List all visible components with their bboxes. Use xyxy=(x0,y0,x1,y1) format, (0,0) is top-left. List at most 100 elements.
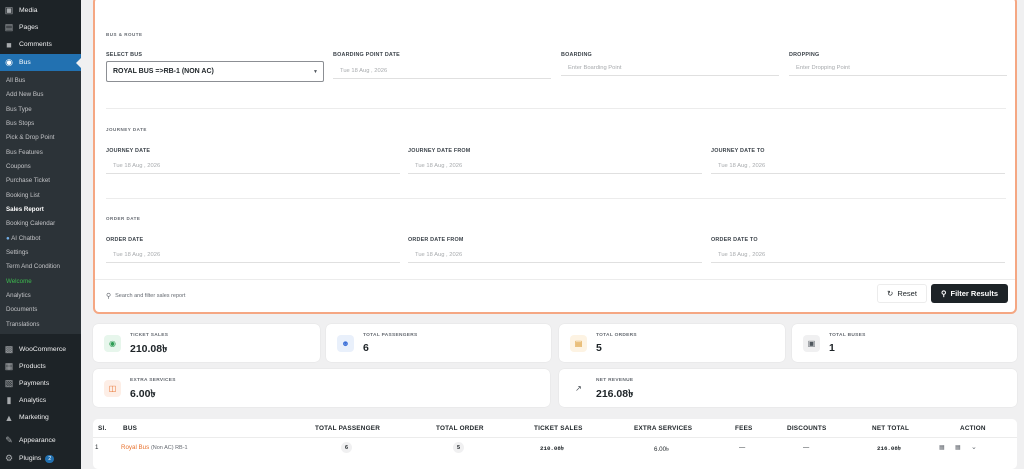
submenu-bus-stops[interactable]: Bus Stops xyxy=(6,120,34,127)
cell-fees: — xyxy=(739,444,746,451)
menu-label: Comments xyxy=(19,41,52,48)
menu-label: Bus xyxy=(19,59,31,66)
menu-item-comments[interactable]: ■ Comments xyxy=(0,36,81,53)
order-date-field[interactable]: Tue 18 Aug , 2026 xyxy=(106,248,400,263)
submenu-analytics[interactable]: Analytics xyxy=(6,292,31,299)
menu-label: Marketing xyxy=(19,414,49,421)
dropping-label: DROPPING xyxy=(789,52,820,58)
stat-value: 5 xyxy=(596,342,602,354)
header-action: ACTION xyxy=(960,425,986,432)
boarding-input[interactable]: Enter Boarding Point xyxy=(561,61,779,76)
menu-item-marketing[interactable]: ▲ Marketing xyxy=(0,409,81,426)
stat-title: TOTAL PASSENGERS xyxy=(363,333,418,338)
divider xyxy=(106,108,1006,109)
payments-icon: ▧ xyxy=(4,378,14,388)
section-title-journey: JOURNEY DATE xyxy=(106,127,147,132)
stat-value: 1 xyxy=(829,342,835,354)
menu-label: Payments xyxy=(19,380,50,387)
order-count-pill: 5 xyxy=(453,442,464,453)
bus-link[interactable]: Royal Bus xyxy=(121,444,149,451)
boarding-date-label: BOARDING POINT DATE xyxy=(333,52,400,58)
header-net-total: NET TOTAL xyxy=(872,425,910,432)
plugins-icon: ⚙ xyxy=(4,453,14,463)
menu-item-appearance[interactable]: ✎ Appearance xyxy=(0,432,81,449)
search-icon: ⚲ xyxy=(106,293,112,300)
filter-results-button[interactable]: ⚲ Filter Results xyxy=(931,284,1008,303)
stat-value: 6 xyxy=(363,342,369,354)
cell-net-total: 216.08৳ xyxy=(877,445,901,452)
journey-to-field[interactable]: Tue 18 Aug , 2026 xyxy=(711,159,1005,174)
marketing-icon: ▲ xyxy=(4,412,14,423)
submenu-coupons[interactable]: Coupons xyxy=(6,163,31,170)
submenu-bus-type[interactable]: Bus Type xyxy=(6,106,32,113)
submenu-booking-list[interactable]: Booking List xyxy=(6,192,40,199)
order-from-field[interactable]: Tue 18 Aug , 2026 xyxy=(408,248,702,263)
submenu-booking-calendar[interactable]: Booking Calendar xyxy=(6,220,55,227)
cell-ticket-sales: 210.08৳ xyxy=(540,445,564,452)
header-fees: FEES xyxy=(735,425,753,432)
submenu-welcome[interactable]: Welcome xyxy=(6,278,32,285)
menu-item-bus[interactable]: ◉ Bus xyxy=(0,54,81,71)
menu-label: Products xyxy=(19,363,46,370)
submenu-all-bus[interactable]: All Bus xyxy=(6,77,25,84)
submenu-purchase-ticket[interactable]: Purchase Ticket xyxy=(6,177,50,184)
journey-date-field[interactable]: Tue 18 Aug , 2026 xyxy=(106,159,400,174)
download-icon[interactable]: ▦ xyxy=(955,444,961,451)
stat-title: TICKET SALES xyxy=(130,333,169,338)
admin-sidebar: ▣ Media ▤ Pages ■ Comments ◉ Bus All Bus Add… xyxy=(0,0,81,469)
chevron-down-icon[interactable]: ⌄ xyxy=(971,443,977,451)
cell-sl: 1 xyxy=(95,444,99,451)
divider xyxy=(106,198,1006,199)
boarding-label: BOARDING xyxy=(561,52,592,58)
filter-panel: BUS & ROUTE SELECT BUS ROYAL BUS =>RB-1 … xyxy=(93,0,1017,314)
submenu-settings[interactable]: Settings xyxy=(6,249,28,256)
submenu-bus-features[interactable]: Bus Features xyxy=(6,149,43,156)
submenu-label: AI Chatbot xyxy=(11,235,41,242)
dropping-input[interactable]: Enter Dropping Point xyxy=(789,61,1007,76)
menu-item-media[interactable]: ▣ Media xyxy=(0,2,81,19)
journey-from-field[interactable]: Tue 18 Aug , 2026 xyxy=(408,159,702,174)
journey-from-label: JOURNEY DATE FROM xyxy=(408,148,471,154)
select-bus-value: ROYAL BUS =>RB-1 (NON AC) xyxy=(113,68,214,75)
passenger-count-pill: 6 xyxy=(341,442,352,453)
reset-button[interactable]: ↻ Reset xyxy=(877,284,927,303)
stat-value: 210.08৳ xyxy=(130,343,168,355)
order-to-field[interactable]: Tue 18 Aug , 2026 xyxy=(711,248,1005,263)
stat-card-extra-services: ◫ EXTRA SERVICES 6.00৳ xyxy=(93,369,550,407)
menu-label: Media xyxy=(19,7,38,14)
order-from-label: ORDER DATE FROM xyxy=(408,237,464,243)
woocommerce-icon: ▩ xyxy=(4,344,14,354)
submenu-pick-drop[interactable]: Pick & Drop Point xyxy=(6,134,55,141)
media-icon: ▣ xyxy=(4,5,14,15)
view-icon[interactable]: ▦ xyxy=(939,444,945,451)
menu-item-payments[interactable]: ▧ Payments xyxy=(0,375,81,392)
search-icon: ⚲ xyxy=(940,289,947,298)
bus-icon: ◉ xyxy=(5,57,13,67)
stat-card-ticket-sales: ◉ TICKET SALES 210.08৳ xyxy=(93,324,320,362)
trending-up-icon: ↗ xyxy=(570,380,587,397)
menu-item-products[interactable]: ▦ Products xyxy=(0,358,81,375)
filter-hint: ⚲ Search and filter sales report xyxy=(106,292,185,300)
menu-item-plugins[interactable]: ⚙ Plugins 2 xyxy=(0,450,81,467)
boarding-date-field[interactable]: Tue 18 Aug , 2026 xyxy=(333,64,551,79)
menu-item-woocommerce[interactable]: ▩ WooCommerce xyxy=(0,341,81,358)
menu-label: Analytics xyxy=(19,397,47,404)
submenu-ai-chatbot[interactable]: ● AI Chatbot xyxy=(6,235,40,242)
submenu-add-new-bus[interactable]: Add New Bus xyxy=(6,91,44,98)
submenu-sales-report[interactable]: Sales Report xyxy=(6,206,44,213)
select-bus-dropdown[interactable]: ROYAL BUS =>RB-1 (NON AC) ▼ xyxy=(106,61,324,82)
sales-table: Sl. BUS TOTAL PASSENGER TOTAL ORDER TICK… xyxy=(93,419,1017,469)
menu-label: WooCommerce xyxy=(19,346,67,353)
receipt-icon: ▤ xyxy=(570,335,587,352)
stat-title: TOTAL ORDERS xyxy=(596,333,637,338)
bus-icon: ▣ xyxy=(803,335,820,352)
comments-icon: ■ xyxy=(6,39,12,50)
submenu-translations[interactable]: Translations xyxy=(6,321,39,328)
submenu-documents[interactable]: Documents xyxy=(6,306,37,313)
money-icon: ◉ xyxy=(104,335,121,352)
header-total-passenger: TOTAL PASSENGER xyxy=(315,425,381,432)
menu-item-analytics[interactable]: ▮ Analytics xyxy=(0,392,81,409)
submenu-terms[interactable]: Term And Condition xyxy=(6,263,60,270)
stat-value: 6.00৳ xyxy=(130,388,156,400)
menu-item-pages[interactable]: ▤ Pages xyxy=(0,19,81,36)
